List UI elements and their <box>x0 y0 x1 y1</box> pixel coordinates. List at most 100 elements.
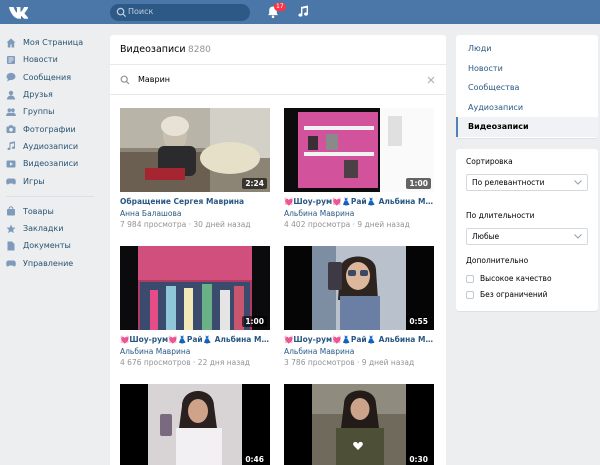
video-thumbnail[interactable]: 1:00 <box>120 246 270 330</box>
notification-badge: 17 <box>274 3 286 11</box>
chevron-down-icon <box>574 234 582 239</box>
search-icon <box>116 7 127 18</box>
hq-checkbox[interactable]: Высокое качество <box>466 274 552 283</box>
video-duration: 1:00 <box>242 316 267 327</box>
top-bar: Поиск 17 <box>0 0 600 24</box>
safe-checkbox[interactable]: Без ограничений <box>466 290 548 299</box>
extra-heading: Дополнительно <box>466 256 529 265</box>
video-meta: 7 984 просмотра · 30 дней назад <box>120 220 251 229</box>
video-author[interactable]: Альбина Маврина <box>284 209 354 218</box>
sidebar-item-label: Моя Страница <box>23 38 84 48</box>
sidebar-divider <box>6 195 94 197</box>
sidebar-item-photos[interactable]: Фотографии <box>6 120 102 137</box>
category-audio[interactable]: Аудиозаписи <box>456 98 598 118</box>
video-duration: 0:46 <box>242 454 267 465</box>
thumbnail-image <box>284 384 434 465</box>
safe-label: Без ограничений <box>480 290 548 299</box>
checkbox-box[interactable] <box>466 290 474 299</box>
sidebar-item-messages[interactable]: Сообщения <box>6 69 102 86</box>
sidebar-item-news[interactable]: Новости <box>6 51 102 68</box>
sidebar-item-video[interactable]: Видеозаписи <box>6 155 102 172</box>
sidebar-item-my-page[interactable]: Моя Страница <box>6 34 102 51</box>
groups-icon <box>6 108 16 116</box>
sort-select-value: По релевантности <box>472 178 545 187</box>
search-box[interactable]: Поиск <box>110 4 250 21</box>
video-author[interactable]: Альбина Маврина <box>284 347 354 356</box>
sidebar-item-documents[interactable]: Документы <box>6 237 102 254</box>
hq-label: Высокое качество <box>480 274 552 283</box>
video-thumbnail[interactable]: 0:55 <box>284 246 434 330</box>
sidebar-item-label: Игры <box>23 176 45 186</box>
sidebar-item-management[interactable]: Управление <box>6 255 102 272</box>
video-views: 7 984 просмотра <box>120 220 187 229</box>
gamepad-icon <box>6 178 16 185</box>
video-views: 3 786 просмотров <box>284 358 355 367</box>
video-results-panel: Видеозаписи 8280 Маврин 2:24 Обращение С… <box>110 35 446 465</box>
thumbnail-image <box>120 384 270 465</box>
video-author[interactable]: Анна Балашова <box>120 209 182 218</box>
filters-panel: Сортировка По релевантности По длительно… <box>456 149 598 311</box>
close-icon[interactable] <box>426 75 436 85</box>
category-communities[interactable]: Сообщества <box>456 78 598 98</box>
sidebar-item-groups[interactable]: Группы <box>6 103 102 120</box>
panel-header: Видеозаписи 8280 <box>110 35 446 65</box>
video-meta: 4 402 просмотра · 9 дней назад <box>284 220 410 229</box>
video-thumbnail[interactable]: 2:24 <box>120 108 270 192</box>
video-age: 9 дней назад <box>361 358 415 367</box>
video-title[interactable]: 💓Шоу-рум💓👗Рай👗 Альбина Маврина <box>284 197 436 206</box>
vk-logo-icon[interactable] <box>8 4 30 20</box>
video-duration: 0:55 <box>406 316 431 327</box>
sidebar-item-label: Видеозаписи <box>23 159 79 169</box>
sidebar-item-label: Аудиозаписи <box>23 141 79 151</box>
video-duration: 2:24 <box>242 178 267 189</box>
video-title[interactable]: Обращение Сергея Маврина <box>120 197 272 206</box>
video-meta: 3 786 просмотров · 9 дней назад <box>284 358 414 367</box>
video-icon <box>6 160 16 168</box>
chevron-down-icon <box>574 180 582 185</box>
sidebar-item-goods[interactable]: Товары <box>6 203 102 220</box>
video-duration: 1:00 <box>406 178 431 189</box>
video-thumbnail[interactable]: 0:30 <box>284 384 434 465</box>
category-news[interactable]: Новости <box>456 59 598 79</box>
video-title[interactable]: 💓Шоу-рум💓👗Рай👗 Альбина Маври... <box>120 335 272 344</box>
sidebar-item-label: Новости <box>23 55 58 65</box>
music-icon[interactable] <box>296 5 310 19</box>
sidebar-item-label: Товары <box>23 206 54 216</box>
sort-select[interactable]: По релевантности <box>466 174 588 191</box>
video-views: 4 402 просмотра <box>284 220 351 229</box>
checkbox-box[interactable] <box>466 274 474 283</box>
camera-icon <box>6 125 16 134</box>
messages-icon <box>6 73 16 82</box>
document-icon <box>7 241 15 251</box>
video-author[interactable]: Альбина Маврина <box>120 347 190 356</box>
left-sidebar: Моя Страница Новости Сообщения Друзья Гр… <box>6 34 102 272</box>
sidebar-item-label: Группы <box>23 107 55 117</box>
length-heading: По длительности <box>466 211 535 220</box>
gamepad-icon <box>6 260 16 267</box>
video-title[interactable]: 💓Шоу-рум💓👗Рай👗 Альбина Маврина <box>284 335 436 344</box>
bag-icon <box>7 206 15 216</box>
sort-heading: Сортировка <box>466 157 513 166</box>
length-select-value: Любые <box>472 232 500 241</box>
category-video[interactable]: Видеозаписи <box>456 117 598 137</box>
friends-icon <box>6 90 16 100</box>
sidebar-item-friends[interactable]: Друзья <box>6 86 102 103</box>
sidebar-item-audio[interactable]: Аудиозаписи <box>6 138 102 155</box>
category-people[interactable]: Люди <box>456 39 598 59</box>
page-title: Видеозаписи <box>120 44 186 55</box>
video-meta: 4 676 просмотров · 22 дня назад <box>120 358 250 367</box>
video-age: 30 дней назад <box>193 220 251 229</box>
results-count: 8280 <box>188 45 211 55</box>
query-row[interactable]: Маврин <box>110 66 446 95</box>
sidebar-item-bookmarks[interactable]: Закладки <box>6 220 102 237</box>
sidebar-item-games[interactable]: Игры <box>6 172 102 189</box>
search-query-input[interactable]: Маврин <box>138 75 170 84</box>
video-thumbnail[interactable]: 0:46 <box>120 384 270 465</box>
video-thumbnail[interactable]: 1:00 <box>284 108 434 192</box>
sidebar-item-label: Фотографии <box>23 124 76 134</box>
video-age: 9 дней назад <box>357 220 410 229</box>
sidebar-item-label: Сообщения <box>23 72 72 82</box>
search-input[interactable]: Поиск <box>128 7 153 16</box>
sidebar-item-label: Друзья <box>23 90 53 100</box>
length-select[interactable]: Любые <box>466 228 588 245</box>
